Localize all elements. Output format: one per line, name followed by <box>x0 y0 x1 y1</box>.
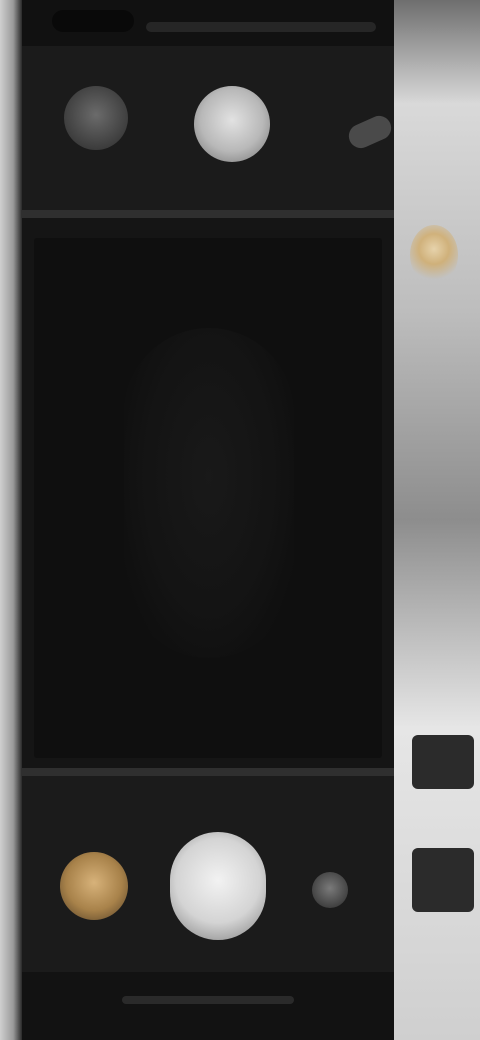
top-divider <box>22 210 394 218</box>
camera-app <box>22 0 395 1040</box>
bottom-controls <box>22 776 394 972</box>
shutter-button[interactable] <box>170 832 266 940</box>
camera-screen <box>0 0 480 1040</box>
viewfinder[interactable] <box>34 238 382 758</box>
right-thumbnail-2[interactable] <box>412 848 474 912</box>
settings-icon[interactable] <box>64 86 128 150</box>
left-edge-panel <box>0 0 22 1040</box>
status-bar <box>22 0 394 46</box>
viewfinder-preview <box>124 328 294 658</box>
status-notch <box>52 10 134 32</box>
bottom-divider <box>22 768 394 776</box>
flash-icon[interactable] <box>194 86 270 162</box>
flip-camera-icon[interactable] <box>312 872 348 908</box>
home-bar <box>22 972 394 1040</box>
gallery-thumbnail-icon[interactable] <box>60 852 128 920</box>
zoom-icon[interactable] <box>345 112 395 152</box>
status-indicator-bar <box>146 22 376 32</box>
home-indicator[interactable] <box>122 996 294 1004</box>
right-side-panel <box>394 0 480 1040</box>
light-glow <box>410 225 458 285</box>
top-controls <box>22 46 395 210</box>
right-thumbnail-1[interactable] <box>412 735 474 789</box>
